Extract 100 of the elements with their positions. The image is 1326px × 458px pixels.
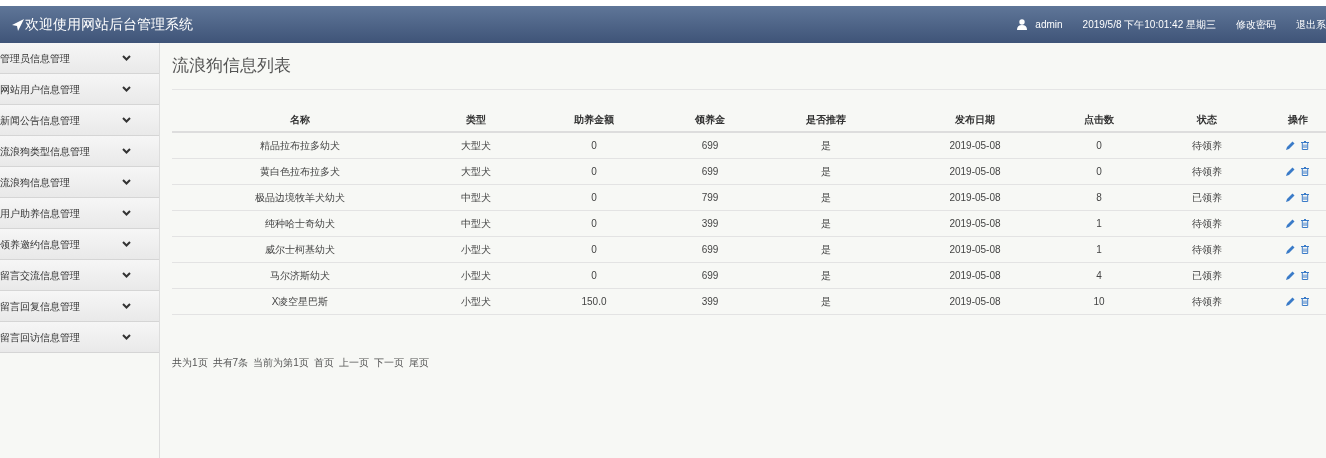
table-cell: 399 bbox=[664, 288, 756, 314]
column-header: 点击数 bbox=[1054, 108, 1144, 132]
table-cell: 2019-05-08 bbox=[896, 236, 1054, 262]
table-cell: 已领养 bbox=[1144, 262, 1269, 288]
header-link[interactable]: 修改密码 bbox=[1236, 17, 1276, 32]
table-cell: 0 bbox=[524, 236, 664, 262]
table-cell: 399 bbox=[664, 210, 756, 236]
pager-info: 当前为第1页 bbox=[253, 355, 309, 370]
table-cell: 2019-05-08 bbox=[896, 184, 1054, 210]
column-header: 名称 bbox=[172, 108, 428, 132]
sidebar-item[interactable]: 领养邀约信息管理 bbox=[0, 229, 159, 260]
column-header: 状态 bbox=[1144, 108, 1269, 132]
edit-icon[interactable] bbox=[1286, 270, 1295, 280]
table-cell: 8 bbox=[1054, 184, 1144, 210]
chevron-icon bbox=[122, 241, 131, 247]
username: admin bbox=[1035, 18, 1063, 32]
table-cell: 2019-05-08 bbox=[896, 132, 1054, 158]
table-cell: 2019-05-08 bbox=[896, 262, 1054, 288]
pager-link[interactable]: 下一页 bbox=[373, 354, 404, 370]
pager-info: 共为1页 bbox=[172, 355, 208, 370]
chevron-icon bbox=[122, 179, 131, 185]
chevron-icon bbox=[122, 272, 131, 278]
table-cell: 是 bbox=[756, 132, 896, 158]
edit-icon[interactable] bbox=[1286, 140, 1295, 150]
page-title: 流浪狗信息列表 bbox=[172, 43, 1326, 90]
column-header: 助养金额 bbox=[524, 108, 664, 132]
edit-icon[interactable] bbox=[1286, 218, 1295, 228]
table-cell: 已领养 bbox=[1144, 184, 1269, 210]
table-cell: 2019-05-08 bbox=[896, 210, 1054, 236]
trash-icon[interactable] bbox=[1301, 166, 1309, 176]
sidebar-item[interactable]: 流浪狗信息管理 bbox=[0, 167, 159, 198]
table-cell: 0 bbox=[524, 262, 664, 288]
table-cell: 699 bbox=[664, 262, 756, 288]
chevron-icon bbox=[122, 117, 131, 123]
datetime: 2019/5/8 下午10:01:42 星期三 bbox=[1082, 18, 1216, 32]
chevron-icon bbox=[122, 334, 131, 340]
pager-link[interactable]: 尾页 bbox=[408, 354, 429, 370]
trash-icon[interactable] bbox=[1301, 296, 1309, 306]
sidebar-item[interactable]: 用户助养信息管理 bbox=[0, 198, 159, 229]
trash-icon[interactable] bbox=[1301, 244, 1309, 254]
table-cell: 是 bbox=[756, 158, 896, 184]
table-cell: 0 bbox=[1054, 158, 1144, 184]
chevron-icon bbox=[122, 148, 131, 154]
sidebar-item[interactable]: 新闻公告信息管理 bbox=[0, 105, 159, 136]
chevron-icon bbox=[122, 303, 131, 309]
table-cell: 纯种哈士奇幼犬 bbox=[172, 210, 428, 236]
table-cell: 799 bbox=[664, 184, 756, 210]
table-cell: 待领养 bbox=[1144, 210, 1269, 236]
app-title: 欢迎使用网站后台管理系统 bbox=[25, 15, 193, 34]
table-cell: 699 bbox=[664, 158, 756, 184]
table-cell: 是 bbox=[756, 262, 896, 288]
column-header: 操作 bbox=[1269, 108, 1326, 132]
pager-link[interactable]: 上一页 bbox=[338, 354, 369, 370]
table-cell: 大型犬 bbox=[428, 132, 524, 158]
table-cell: 0 bbox=[524, 210, 664, 236]
sidebar-item[interactable]: 网站用户信息管理 bbox=[0, 74, 159, 105]
pager-info: 共有7条 bbox=[212, 355, 249, 370]
edit-icon[interactable] bbox=[1286, 296, 1295, 306]
table-cell: 1 bbox=[1054, 210, 1144, 236]
table-cell: 待领养 bbox=[1144, 288, 1269, 314]
edit-icon[interactable] bbox=[1286, 166, 1295, 176]
header-link[interactable]: 退出系 bbox=[1296, 17, 1326, 32]
table-cell: 马尔济斯幼犬 bbox=[172, 262, 428, 288]
sidebar-item[interactable]: 管理员信息管理 bbox=[0, 43, 159, 74]
pager-link[interactable]: 首页 bbox=[313, 354, 334, 370]
table-cell: 是 bbox=[756, 288, 896, 314]
sidebar-item[interactable]: 留言回访信息管理 bbox=[0, 322, 159, 353]
table-cell: 极品边境牧羊犬幼犬 bbox=[172, 184, 428, 210]
table-cell: 中型犬 bbox=[428, 210, 524, 236]
table-cell: 精品拉布拉多幼犬 bbox=[172, 132, 428, 158]
table-cell: X凌空星巴斯 bbox=[172, 288, 428, 314]
column-header: 类型 bbox=[428, 108, 524, 132]
trash-icon[interactable] bbox=[1301, 270, 1309, 280]
table-cell: 是 bbox=[756, 184, 896, 210]
table-cell: 威尔士柯基幼犬 bbox=[172, 236, 428, 262]
table-cell: 0 bbox=[524, 184, 664, 210]
column-header: 发布日期 bbox=[896, 108, 1054, 132]
table-cell: 小型犬 bbox=[428, 236, 524, 262]
table-cell: 1 bbox=[1054, 236, 1144, 262]
edit-icon[interactable] bbox=[1286, 192, 1295, 202]
table-cell: 是 bbox=[756, 210, 896, 236]
chevron-icon bbox=[122, 55, 131, 61]
table-cell: 待领养 bbox=[1144, 236, 1269, 262]
trash-icon[interactable] bbox=[1301, 140, 1309, 150]
trash-icon[interactable] bbox=[1301, 192, 1309, 202]
column-header: 领养金 bbox=[664, 108, 756, 132]
table-cell: 小型犬 bbox=[428, 262, 524, 288]
column-header: 是否推荐 bbox=[756, 108, 896, 132]
table-cell: 中型犬 bbox=[428, 184, 524, 210]
table-cell: 2019-05-08 bbox=[896, 158, 1054, 184]
trash-icon[interactable] bbox=[1301, 218, 1309, 228]
edit-icon[interactable] bbox=[1286, 244, 1295, 254]
sidebar-item[interactable]: 留言交流信息管理 bbox=[0, 260, 159, 291]
user-icon bbox=[1017, 19, 1028, 30]
table-cell: 待领养 bbox=[1144, 158, 1269, 184]
sidebar-item[interactable]: 流浪狗类型信息管理 bbox=[0, 136, 159, 167]
table-cell: 大型犬 bbox=[428, 158, 524, 184]
table-cell: 0 bbox=[524, 158, 664, 184]
table-cell: 小型犬 bbox=[428, 288, 524, 314]
sidebar-item[interactable]: 留言回复信息管理 bbox=[0, 291, 159, 322]
